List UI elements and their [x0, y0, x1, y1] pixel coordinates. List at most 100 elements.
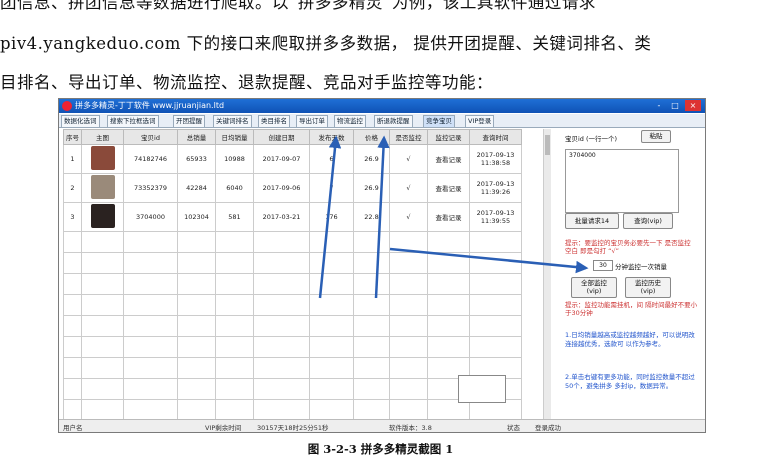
- column-header[interactable]: 创建日期: [253, 129, 310, 145]
- view-record-link[interactable]: 查看记录: [427, 202, 470, 232]
- app-logo-icon: [62, 101, 72, 111]
- cell-monitored[interactable]: √: [389, 202, 428, 232]
- monitor-history-label: 监控历史: [635, 279, 661, 287]
- product-thumbnail: [90, 146, 115, 170]
- user-label: 用户名: [63, 424, 83, 432]
- cell-index: 3: [63, 202, 82, 232]
- table-row[interactable]: 1 74182746 65933 10988 2017-09-07 6 26.9…: [63, 144, 522, 174]
- right-panel: 宝贝id (一行一个) 粘贴 3704000 批量请求14 查询(vip) 提示…: [557, 125, 703, 421]
- cell-query-time: 2017-09-13 11:39:55: [469, 202, 522, 232]
- start-monitor-sub: (vip): [586, 287, 602, 295]
- view-record-link[interactable]: 查看记录: [427, 144, 470, 174]
- column-header[interactable]: 主图: [81, 129, 124, 145]
- minimize-button[interactable]: -: [651, 100, 667, 111]
- tab-dropdown-select[interactable]: 搜索下拉框选词: [107, 115, 159, 128]
- tab-group-reminder[interactable]: 开团提醒: [173, 115, 205, 128]
- cell-total: 102304: [177, 202, 216, 232]
- scrollbar-thumb[interactable]: [545, 135, 550, 155]
- column-header[interactable]: 日均销量: [215, 129, 254, 145]
- id-list-label: 宝贝id (一行一个): [565, 135, 618, 143]
- note-2: 2.单击右键有更多功能，同时监控数量不超过50个，避免拼多 多封ip，数据异常。: [565, 373, 695, 390]
- cell-price: 26.9: [353, 173, 390, 203]
- cell-thumbnail: [81, 144, 124, 174]
- monitor-history-sub: (vip): [640, 287, 656, 295]
- cell-total: 65933: [177, 144, 216, 174]
- query-clock: 11:39:26: [480, 188, 511, 196]
- cell-thumbnail: [81, 202, 124, 232]
- id-list-textarea[interactable]: 3704000: [565, 149, 679, 213]
- product-thumbnail: [90, 175, 115, 199]
- maximize-button[interactable]: □: [667, 100, 683, 111]
- tab-export-orders[interactable]: 导出订单: [296, 115, 328, 128]
- column-header[interactable]: 是否监控: [389, 129, 428, 145]
- cell-days: 176: [309, 202, 354, 232]
- query-vip-button[interactable]: 查询(vip): [623, 213, 673, 229]
- empty-row: [63, 315, 522, 337]
- cell-id: 74182746: [123, 144, 178, 174]
- title-bar: 拼多多精灵-丁丁软件 www.jjruanjian.ltd - □ ×: [59, 99, 705, 113]
- table-scrollbar[interactable]: [543, 129, 551, 419]
- tab-vip-login[interactable]: VIP登录: [465, 115, 495, 128]
- window-title: 拼多多精灵-丁丁软件 www.jjruanjian.ltd: [75, 101, 225, 110]
- cell-query-time: 2017-09-13 11:39:26: [469, 173, 522, 203]
- table-row[interactable]: 3 3704000 102304 581 2017-03-21 176 22.8…: [63, 202, 522, 232]
- table-header-row: 序号 主图 宝贝id 总销量 日均销量 创建日期 发布天数 价格 是否监控 监控…: [63, 129, 522, 145]
- monitor-hint: 提示：要监控的宝贝务必要先一下 是否监控 空白 即是勾打 “√”: [565, 239, 691, 255]
- paragraph-line-2: piv4.yangkeduo.com 下的接口来爬取拼多多数据， 提供开团提醒、…: [0, 34, 652, 53]
- state-value: 登录成功: [535, 424, 561, 432]
- tab-logistics[interactable]: 物流监控: [334, 115, 366, 128]
- query-clock: 11:39:55: [480, 217, 511, 225]
- column-header[interactable]: 宝贝id: [123, 129, 178, 145]
- column-header[interactable]: 监控记录: [427, 129, 470, 145]
- cell-days: 7: [309, 173, 354, 203]
- empty-row: [63, 378, 522, 400]
- start-monitor-label: 全部监控: [581, 279, 607, 287]
- cell-monitored[interactable]: √: [389, 144, 428, 174]
- column-header[interactable]: 价格: [353, 129, 390, 145]
- column-header[interactable]: 序号: [63, 129, 82, 145]
- table-row[interactable]: 2 73352379 42284 6040 2017-09-06 7 26.9 …: [63, 173, 522, 203]
- status-bar: 用户名 VIP剩余时间 30157天18时25分51秒 软件版本：3.8 状态 …: [59, 419, 705, 432]
- column-header[interactable]: 总销量: [177, 129, 216, 145]
- start-monitor-button[interactable]: 全部监控 (vip): [571, 277, 617, 298]
- view-record-link[interactable]: 查看记录: [427, 173, 470, 203]
- cell-created: 2017-09-07: [253, 144, 310, 174]
- tab-category-rank[interactable]: 类目排名: [258, 115, 290, 128]
- query-clock: 11:38:58: [480, 159, 511, 167]
- tab-refund[interactable]: 断退款提醒: [374, 115, 413, 128]
- monitor-history-button[interactable]: 监控历史 (vip): [625, 277, 671, 298]
- batch-request-button[interactable]: 批量请求14: [565, 213, 619, 229]
- cell-created: 2017-09-06: [253, 173, 310, 203]
- version-label: 软件版本：3.8: [389, 424, 432, 432]
- cell-query-time: 2017-09-13 11:38:58: [469, 144, 522, 174]
- product-thumbnail: [90, 204, 115, 228]
- cell-monitored[interactable]: √: [389, 173, 428, 203]
- note-1: 1.日均销量越高或监控越频越好，可以说明改连接越优秀，选款可 以作为参考。: [565, 331, 695, 348]
- cell-thumbnail: [81, 173, 124, 203]
- preview-box: [458, 375, 506, 403]
- paragraph-line-3: 目排名、导出订单、物流监控、退款提醒、竞品对手监控等功能：: [0, 73, 493, 92]
- vip-label: VIP剩余时间: [205, 424, 242, 432]
- column-header[interactable]: 查询时间: [469, 129, 522, 145]
- query-date: 2017-09-13: [476, 209, 515, 217]
- cell-id: 73352379: [123, 173, 178, 203]
- paste-button[interactable]: 粘贴: [641, 130, 671, 143]
- empty-row: [63, 231, 522, 253]
- close-button[interactable]: ×: [685, 100, 701, 111]
- tab-keyword-select[interactable]: 数据化选词: [61, 115, 100, 128]
- tab-keyword-rank[interactable]: 关键词排名: [213, 115, 252, 128]
- cell-id: 3704000: [123, 202, 178, 232]
- column-header[interactable]: 发布天数: [309, 129, 354, 145]
- app-screenshot: 拼多多精灵-丁丁软件 www.jjruanjian.ltd - □ × 数据化选…: [58, 98, 706, 433]
- cell-price: 22.8: [353, 202, 390, 232]
- tab-competitor[interactable]: 竞争宝贝: [423, 115, 455, 128]
- query-date: 2017-09-13: [476, 151, 515, 159]
- state-label: 状态: [507, 424, 520, 432]
- interval-label: 分钟监控一次销量: [615, 263, 667, 271]
- cell-days: 6: [309, 144, 354, 174]
- interval-input[interactable]: 30: [593, 260, 613, 271]
- cell-created: 2017-03-21: [253, 202, 310, 232]
- cell-price: 26.9: [353, 144, 390, 174]
- cell-daily: 10988: [215, 144, 254, 174]
- empty-row: [63, 357, 522, 379]
